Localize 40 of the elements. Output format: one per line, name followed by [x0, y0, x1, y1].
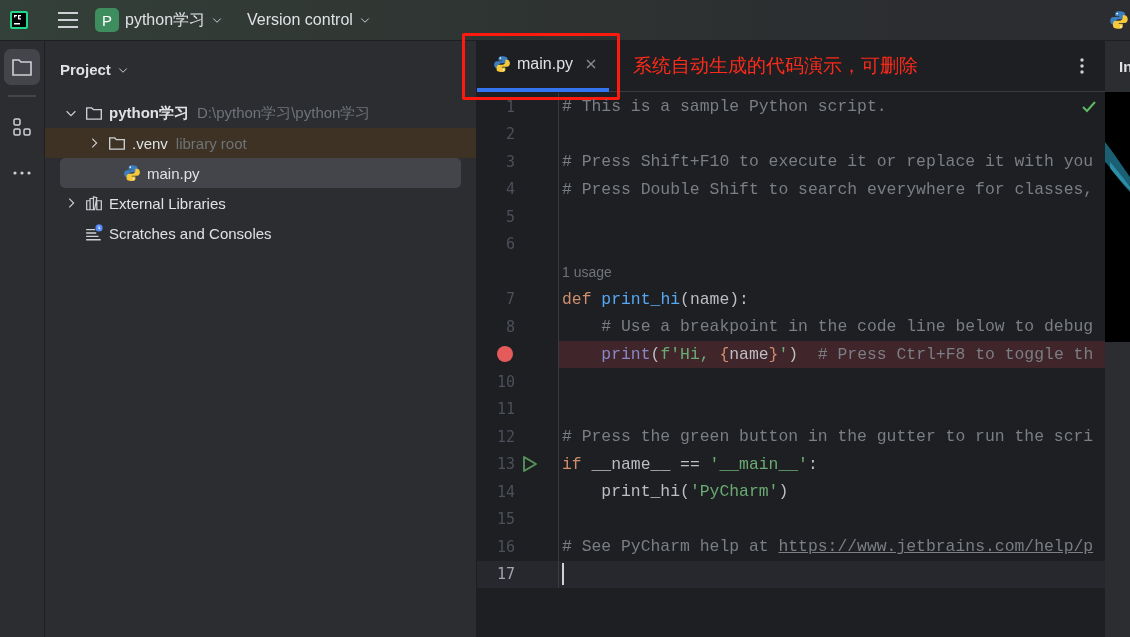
project-switcher[interactable]: P python学习 — [95, 8, 224, 32]
panel-title-button[interactable]: Project — [60, 61, 129, 78]
code-line: # Use a breakpoint in the code line below to debug — [600, 317, 1094, 337]
editor-tab[interactable]: main.py — [477, 40, 610, 92]
more-options-icon[interactable] — [1079, 57, 1085, 75]
tree-item[interactable]: python学习 D:\python学习\python学习 — [45, 98, 476, 128]
squares-icon — [11, 116, 33, 138]
app-logo-icon — [9, 10, 29, 30]
python-icon — [1109, 9, 1129, 31]
project-badge: P — [95, 8, 119, 32]
check-icon — [1081, 99, 1097, 114]
code-line: # Press Shift+F10 to execute it or replace it with you — [562, 152, 1094, 172]
library-icon — [85, 194, 103, 212]
close-icon[interactable] — [585, 58, 598, 70]
tree-item[interactable]: Scratches and Consoles — [45, 218, 476, 248]
folder-icon — [85, 104, 103, 122]
code-line: if __name__ == '__main__': — [562, 454, 818, 474]
code-line: # See PyCharm help at https://www.jetbrains.com/help/p — [562, 537, 1094, 557]
code-line: # Press Double Shift to search everywhere for classes, — [562, 179, 1094, 199]
text-caret — [562, 563, 564, 586]
folder-icon — [108, 134, 126, 152]
line-number: 17 — [496, 565, 515, 584]
run-icon[interactable] — [522, 455, 538, 474]
menu-icon[interactable] — [57, 11, 79, 29]
tree-item[interactable]: .venv library root — [45, 128, 476, 158]
code-line: def print_hi(name): — [562, 289, 749, 309]
code-line: print_hi('PyCharm') — [600, 482, 789, 502]
more-icon — [13, 171, 31, 175]
annotation-text: 系统自动生成的代码演示，可删除 — [633, 54, 919, 78]
tree-item[interactable]: main.py — [60, 158, 461, 188]
project-name: python学习 — [125, 9, 206, 30]
scratches-icon — [85, 224, 103, 242]
tree-item[interactable]: External Libraries — [45, 188, 476, 218]
python-icon — [493, 55, 511, 73]
folder-icon — [11, 56, 33, 78]
project-tool-button[interactable] — [4, 49, 40, 85]
code-line: # Press the green button in the gutter to run the scri — [562, 427, 1094, 447]
python-icon — [123, 164, 141, 182]
code-line: # This is a sample Python script. — [562, 97, 887, 117]
code-line: print(f'Hi, {name}') # Press Ctrl+F8 to toggle th — [600, 344, 1094, 364]
